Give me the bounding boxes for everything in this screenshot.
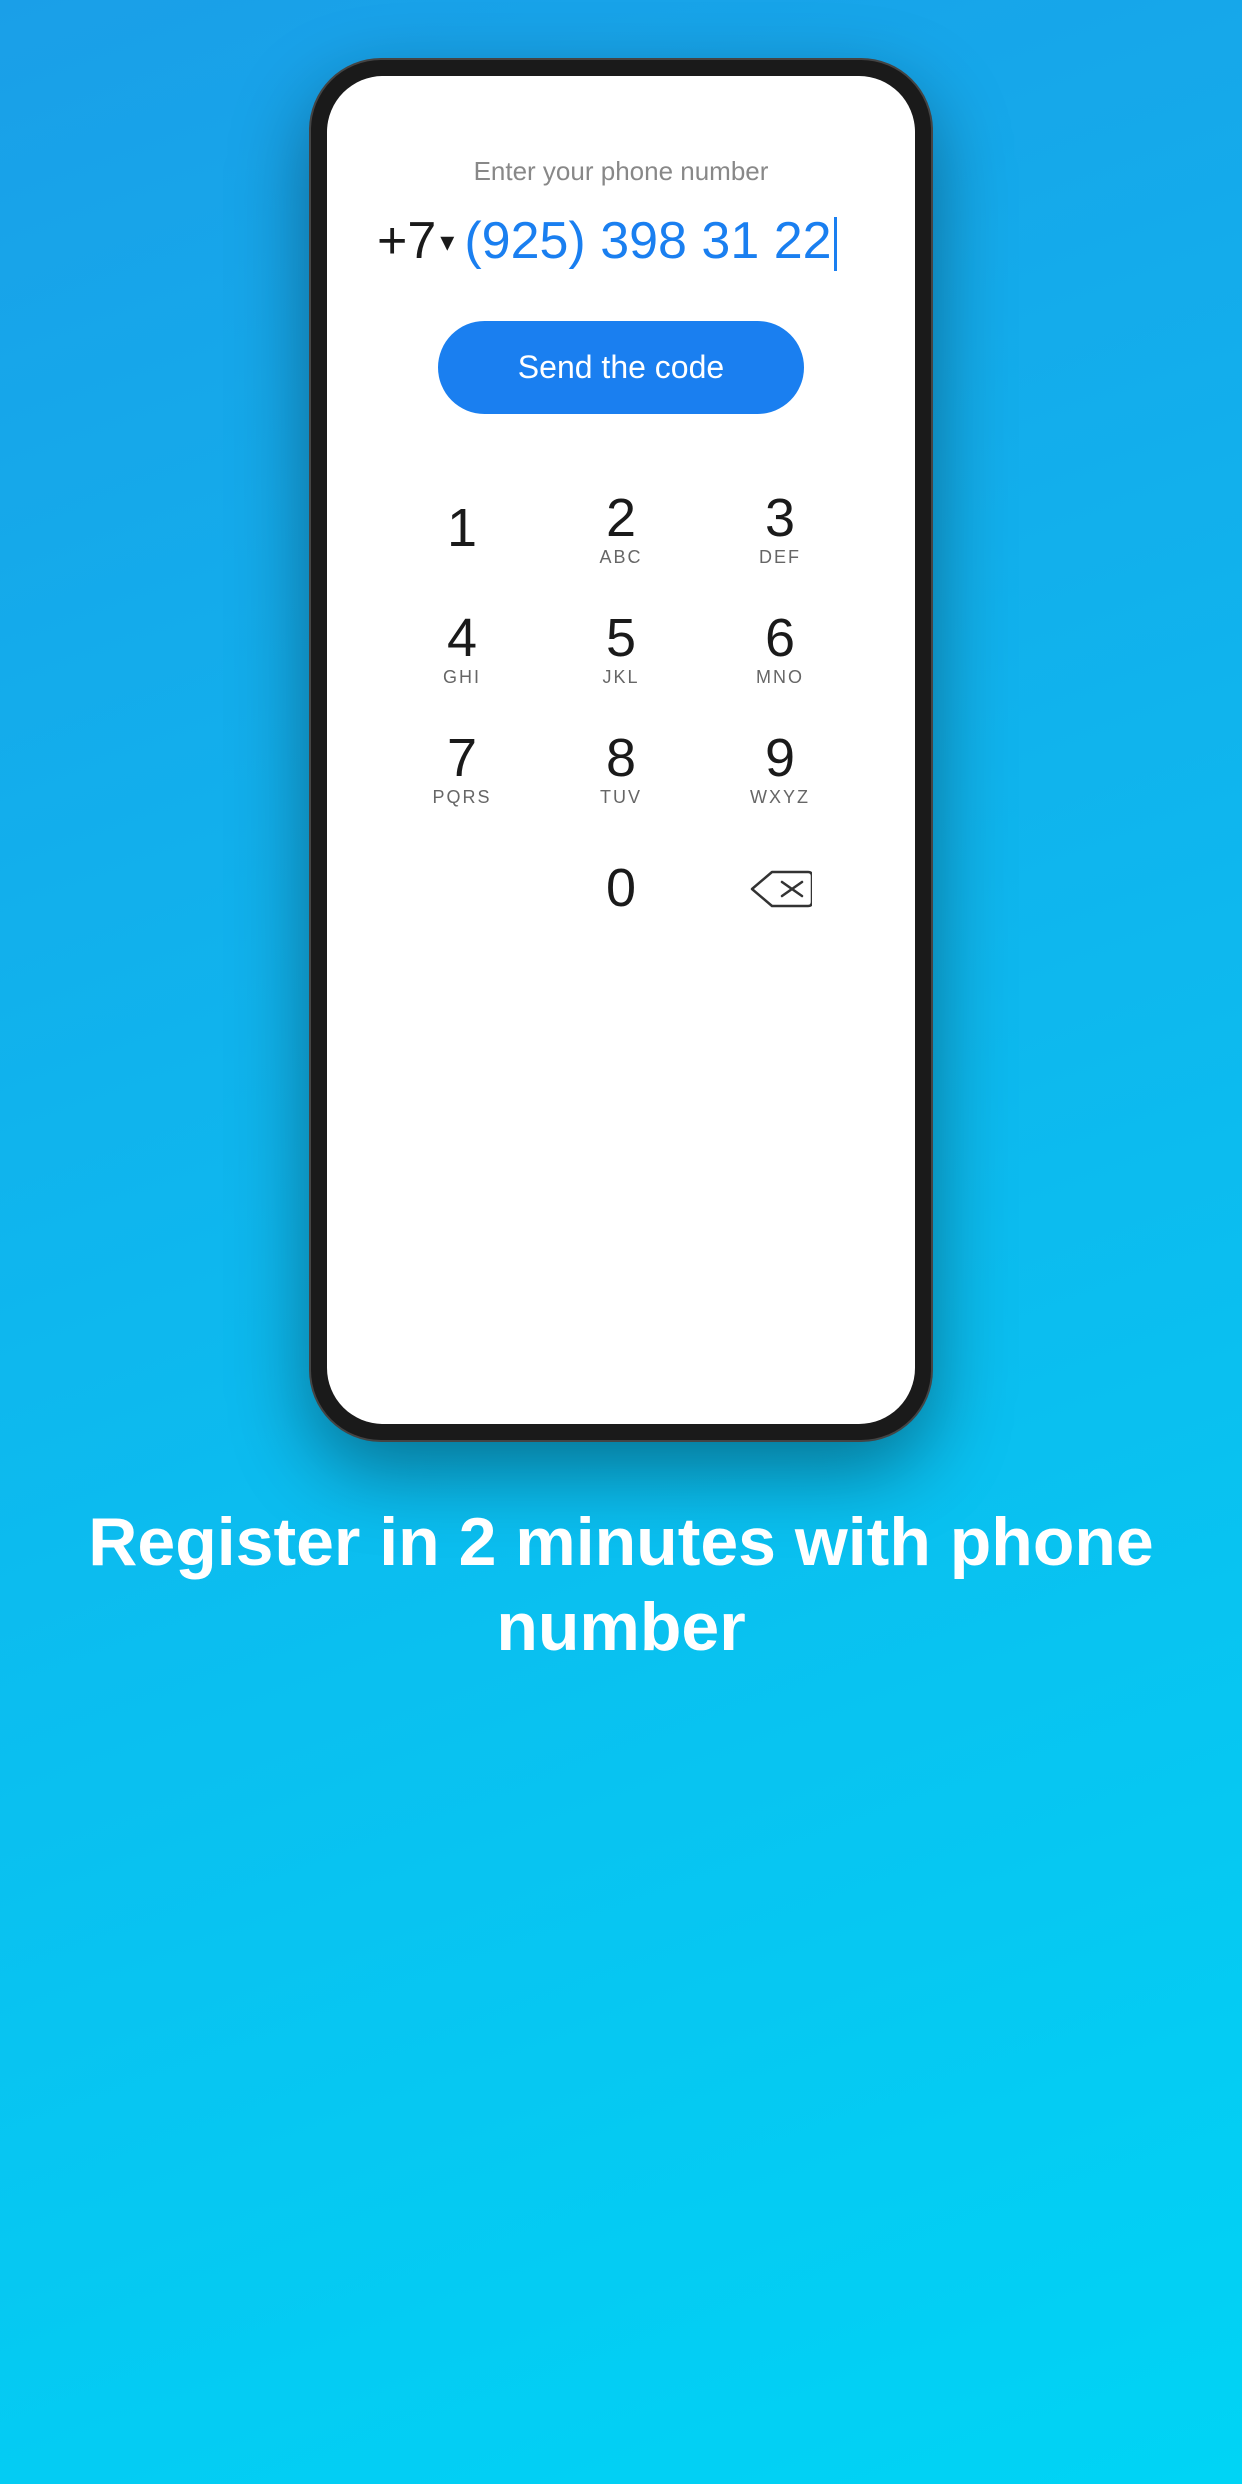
- dial-letters-6: MNO: [756, 667, 804, 688]
- dial-key-8[interactable]: 8 TUV: [546, 714, 696, 824]
- text-cursor: [834, 217, 837, 271]
- dial-key-0[interactable]: 0: [546, 834, 696, 944]
- country-code-value: +7: [377, 211, 436, 271]
- screen-content: Enter your phone number +7 ▾ (925) 398 3…: [327, 76, 915, 1424]
- dial-key-1[interactable]: 1: [387, 474, 537, 584]
- dial-letters-4: GHI: [443, 667, 481, 688]
- dial-key-2[interactable]: 2 ABC: [546, 474, 696, 584]
- bottom-section: Register in 2 minutes with phone number: [0, 1500, 1242, 1670]
- dial-letters-8: TUV: [600, 787, 642, 808]
- dial-number-2: 2: [606, 491, 636, 545]
- phone-mockup: Enter your phone number +7 ▾ (925) 398 3…: [311, 60, 931, 1440]
- phone-outer-shell: Enter your phone number +7 ▾ (925) 398 3…: [311, 60, 931, 1440]
- dial-key-4[interactable]: 4 GHI: [387, 594, 537, 704]
- backspace-icon: [748, 868, 812, 910]
- dialpad: 1 2 ABC 3 DEF: [367, 474, 875, 1424]
- dial-number-1: 1: [447, 501, 477, 555]
- dialpad-row-1: 1 2 ABC 3 DEF: [387, 474, 855, 584]
- dialpad-row-4: 0: [387, 834, 855, 944]
- dial-key-7[interactable]: 7 PQRS: [387, 714, 537, 824]
- dropdown-arrow-icon: ▾: [440, 225, 454, 258]
- dial-letters-7: PQRS: [432, 787, 491, 808]
- dial-letters-2: ABC: [599, 547, 642, 568]
- phone-input-row: +7 ▾ (925) 398 31 22: [367, 211, 875, 271]
- dial-key-3[interactable]: 3 DEF: [705, 474, 855, 584]
- backspace-button[interactable]: [705, 834, 855, 944]
- dial-number-9: 9: [765, 731, 795, 785]
- dial-number-3: 3: [765, 491, 795, 545]
- phone-number-value: (925) 398 31 22: [464, 212, 831, 270]
- send-code-button[interactable]: Send the code: [438, 321, 804, 414]
- dial-number-7: 7: [447, 731, 477, 785]
- dial-key-empty: [387, 834, 537, 944]
- dial-number-4: 4: [447, 611, 477, 665]
- dial-key-6[interactable]: 6 MNO: [705, 594, 855, 704]
- tagline-text: Register in 2 minutes with phone number: [80, 1500, 1162, 1670]
- dial-number-8: 8: [606, 731, 636, 785]
- dialpad-row-3: 7 PQRS 8 TUV 9 WXYZ: [387, 714, 855, 824]
- dial-number-5: 5: [606, 611, 636, 665]
- dial-key-9[interactable]: 9 WXYZ: [705, 714, 855, 824]
- phone-input-label: Enter your phone number: [474, 156, 769, 187]
- dial-key-5[interactable]: 5 JKL: [546, 594, 696, 704]
- dial-number-0: 0: [606, 861, 636, 915]
- dial-letters-3: DEF: [759, 547, 801, 568]
- dial-number-6: 6: [765, 611, 795, 665]
- country-code-selector[interactable]: +7 ▾: [377, 211, 454, 271]
- dial-letters-5: JKL: [602, 667, 639, 688]
- dial-letters-9: WXYZ: [750, 787, 810, 808]
- dialpad-row-2: 4 GHI 5 JKL 6 MNO: [387, 594, 855, 704]
- phone-screen: Enter your phone number +7 ▾ (925) 398 3…: [327, 76, 915, 1424]
- phone-number-display: (925) 398 31 22: [464, 211, 865, 271]
